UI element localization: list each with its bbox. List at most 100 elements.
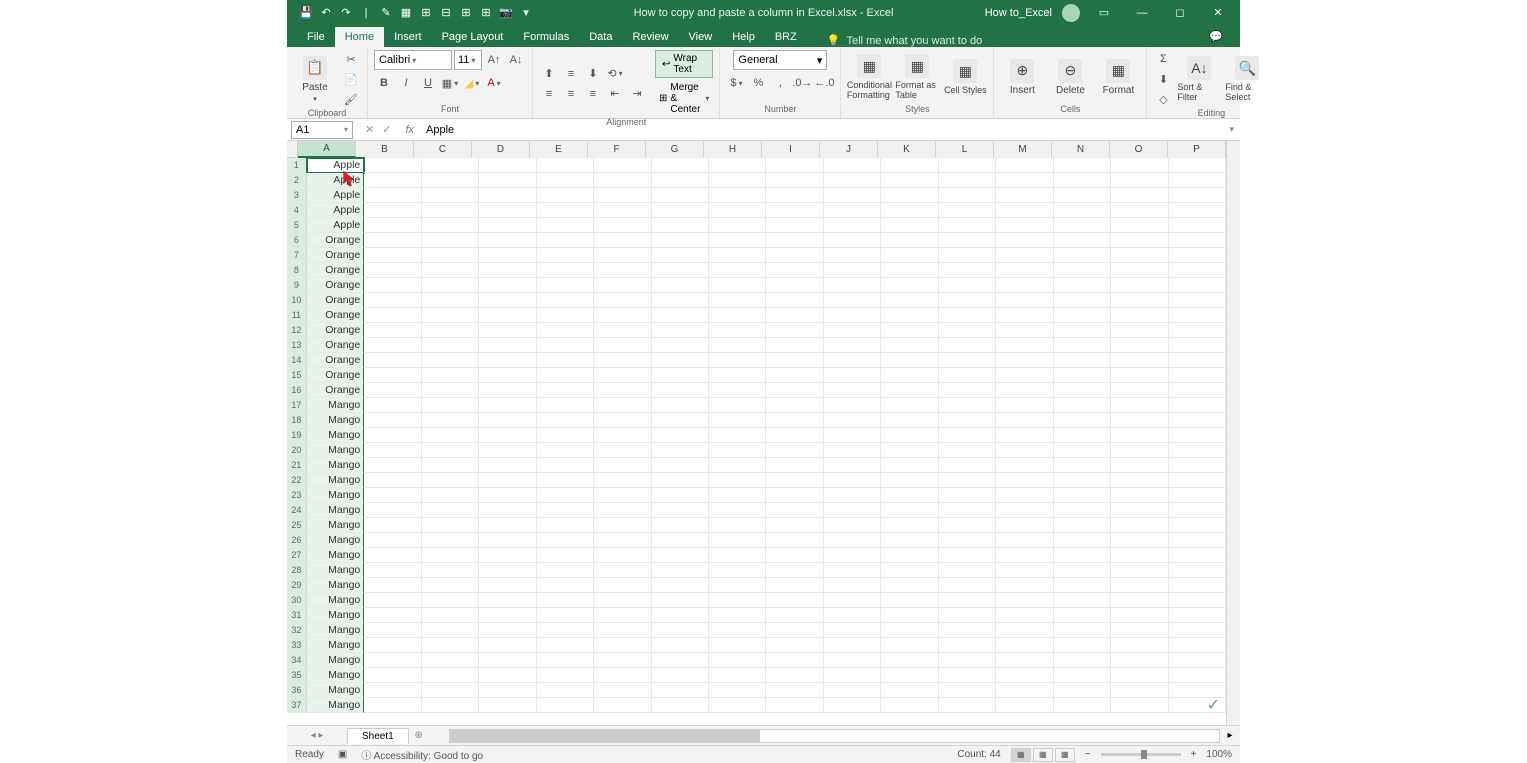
column-header-n[interactable]: N	[1052, 141, 1110, 158]
cell[interactable]	[1111, 383, 1168, 398]
cell[interactable]: Apple	[307, 158, 364, 173]
cell[interactable]: Apple	[307, 173, 364, 188]
cell[interactable]	[1054, 533, 1111, 548]
cell[interactable]	[1111, 158, 1168, 173]
cell[interactable]: Orange	[307, 293, 364, 308]
cell[interactable]	[652, 563, 709, 578]
cell[interactable]	[422, 563, 479, 578]
cell[interactable]	[594, 308, 651, 323]
macro-record-icon[interactable]: ▣	[338, 749, 347, 760]
cell[interactable]	[479, 548, 536, 563]
cell[interactable]	[1169, 398, 1226, 413]
qat-icon3[interactable]: ⊟	[439, 6, 453, 20]
cell[interactable]	[766, 683, 823, 698]
cell[interactable]	[479, 398, 536, 413]
row-header[interactable]: 5	[287, 218, 307, 233]
cell[interactable]	[537, 488, 594, 503]
cell[interactable]	[1054, 203, 1111, 218]
cell[interactable]	[766, 563, 823, 578]
row-header[interactable]: 28	[287, 563, 307, 578]
cell[interactable]	[652, 623, 709, 638]
cell[interactable]	[422, 608, 479, 623]
cell[interactable]	[594, 383, 651, 398]
paste-button[interactable]: 📋 Paste ▾	[293, 56, 337, 103]
cell[interactable]	[1111, 308, 1168, 323]
cell[interactable]	[1054, 233, 1111, 248]
cell[interactable]	[766, 623, 823, 638]
cell[interactable]	[652, 698, 709, 713]
cell[interactable]	[537, 413, 594, 428]
cell[interactable]	[939, 278, 996, 293]
qat-icon5[interactable]: ⊞	[479, 6, 493, 20]
ribbon-display-icon[interactable]: ▭	[1090, 2, 1118, 24]
cell[interactable]	[996, 608, 1053, 623]
cell[interactable]	[1111, 278, 1168, 293]
fill-color-icon[interactable]: ◢	[462, 74, 482, 92]
cell[interactable]	[479, 563, 536, 578]
row-header[interactable]: 36	[287, 683, 307, 698]
cell[interactable]	[1111, 368, 1168, 383]
cell[interactable]	[1169, 188, 1226, 203]
cell[interactable]	[422, 503, 479, 518]
cut-icon[interactable]: ✂	[341, 50, 361, 68]
cell[interactable]	[881, 293, 938, 308]
cell[interactable]	[1111, 188, 1168, 203]
cell[interactable]	[1169, 203, 1226, 218]
cell[interactable]	[1111, 218, 1168, 233]
cell[interactable]	[709, 593, 766, 608]
minimize-icon[interactable]: —	[1128, 2, 1156, 24]
column-header-h[interactable]: H	[704, 141, 762, 158]
orientation-icon[interactable]: ⟲	[605, 65, 625, 83]
cell[interactable]	[939, 503, 996, 518]
cell[interactable]	[1111, 668, 1168, 683]
cell[interactable]	[766, 593, 823, 608]
tab-review[interactable]: Review	[622, 27, 678, 47]
font-name-select[interactable]: Calibri	[374, 50, 452, 70]
cell[interactable]	[364, 398, 421, 413]
row-header[interactable]: 15	[287, 368, 307, 383]
column-header-e[interactable]: E	[530, 141, 588, 158]
cell[interactable]	[1054, 518, 1111, 533]
cell[interactable]	[709, 443, 766, 458]
cell[interactable]	[824, 698, 881, 713]
cell[interactable]	[1111, 638, 1168, 653]
cell[interactable]	[1054, 563, 1111, 578]
cell[interactable]	[996, 398, 1053, 413]
column-header-l[interactable]: L	[936, 141, 994, 158]
cell[interactable]	[824, 263, 881, 278]
cell[interactable]	[594, 353, 651, 368]
cell[interactable]: Apple	[307, 188, 364, 203]
cell[interactable]	[537, 698, 594, 713]
align-middle-icon[interactable]: ≡	[561, 65, 581, 83]
cell[interactable]	[996, 503, 1053, 518]
currency-icon[interactable]: $	[726, 74, 746, 92]
cell[interactable]	[881, 668, 938, 683]
cell[interactable]	[709, 173, 766, 188]
row-header[interactable]: 27	[287, 548, 307, 563]
cell[interactable]	[479, 533, 536, 548]
cell[interactable]	[1111, 698, 1168, 713]
cell[interactable]	[824, 278, 881, 293]
tab-file[interactable]: File	[297, 27, 335, 47]
cell[interactable]	[594, 533, 651, 548]
row-header[interactable]: 18	[287, 413, 307, 428]
cancel-formula-icon[interactable]: ✕	[365, 123, 374, 136]
redo-icon[interactable]: ↷	[339, 6, 353, 20]
zoom-thumb[interactable]	[1141, 750, 1147, 759]
cell[interactable]	[537, 533, 594, 548]
user-name[interactable]: How to_Excel	[985, 7, 1052, 19]
percent-icon[interactable]: %	[748, 74, 768, 92]
cell[interactable]	[1111, 338, 1168, 353]
save-icon[interactable]: 💾	[299, 6, 313, 20]
cell[interactable]	[824, 533, 881, 548]
cell[interactable]	[479, 698, 536, 713]
column-header-c[interactable]: C	[414, 141, 472, 158]
cell[interactable]	[537, 293, 594, 308]
cell[interactable]	[996, 188, 1053, 203]
cell[interactable]	[1169, 548, 1226, 563]
cell[interactable]	[479, 323, 536, 338]
cell[interactable]	[1054, 308, 1111, 323]
cell[interactable]	[766, 653, 823, 668]
cell[interactable]	[1111, 623, 1168, 638]
cell[interactable]	[1111, 398, 1168, 413]
